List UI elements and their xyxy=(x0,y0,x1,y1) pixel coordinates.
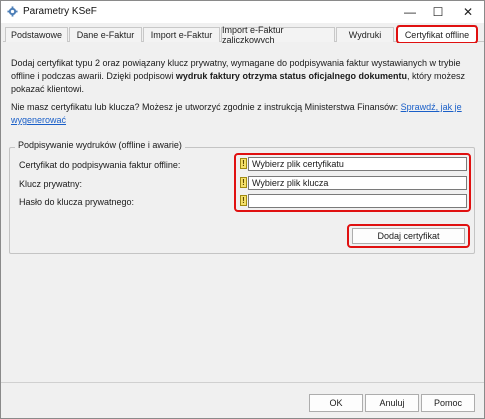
certificate-file-field[interactable]: Wybierz plik certyfikatu xyxy=(248,157,467,171)
tab-highlight-frame xyxy=(396,25,478,44)
title-bar: Parametry KSeF — ☐ ✕ xyxy=(1,1,484,23)
add-certificate-button[interactable]: Dodaj certyfikat xyxy=(352,228,465,244)
maximize-button[interactable]: ☐ xyxy=(423,1,453,23)
minimize-button[interactable]: — xyxy=(395,1,425,23)
warning-icon: ! xyxy=(240,177,247,188)
help-button[interactable]: Pomoc xyxy=(421,394,475,412)
description-bold: wydruk faktury otrzyma status oficjalneg… xyxy=(175,71,407,81)
tab-dane-e-faktur[interactable]: Dane e-Faktur xyxy=(69,27,142,42)
certificate-label: Certyfikat do podpisywania faktur offlin… xyxy=(19,160,181,170)
private-key-label: Klucz prywatny: xyxy=(19,179,83,189)
description-text: Dodaj certyfikat typu 2 oraz powiązany k… xyxy=(11,58,465,94)
ok-button[interactable]: OK xyxy=(309,394,363,412)
groupbox-title: Podpisywanie wydruków (offline i awarie) xyxy=(15,140,185,150)
footer-divider xyxy=(1,382,484,383)
close-button[interactable]: ✕ xyxy=(453,1,483,23)
ksef-gear-icon xyxy=(7,6,18,17)
window-title: Parametry KSeF xyxy=(23,6,97,17)
tab-wydruki[interactable]: Wydruki xyxy=(336,27,394,42)
key-password-label: Hasło do klucza prywatnego: xyxy=(19,197,135,207)
tab-import-e-faktur-zaliczkowych[interactable]: Import e-Faktur zaliczkowych xyxy=(221,25,335,45)
hint-text: Nie masz certyfikatu lub klucza? Możesz … xyxy=(11,102,462,125)
warning-icon: ! xyxy=(240,195,247,206)
warning-icon: ! xyxy=(240,158,247,169)
tab-import-e-faktur[interactable]: Import e-Faktur xyxy=(143,27,220,42)
private-key-file-field[interactable]: Wybierz plik klucza xyxy=(248,176,467,190)
cancel-button[interactable]: Anuluj xyxy=(365,394,419,412)
dialog-window: Parametry KSeF — ☐ ✕ Podstawowe Dane e-F… xyxy=(0,0,485,419)
tab-podstawowe[interactable]: Podstawowe xyxy=(5,27,68,42)
key-password-field[interactable] xyxy=(248,194,467,208)
